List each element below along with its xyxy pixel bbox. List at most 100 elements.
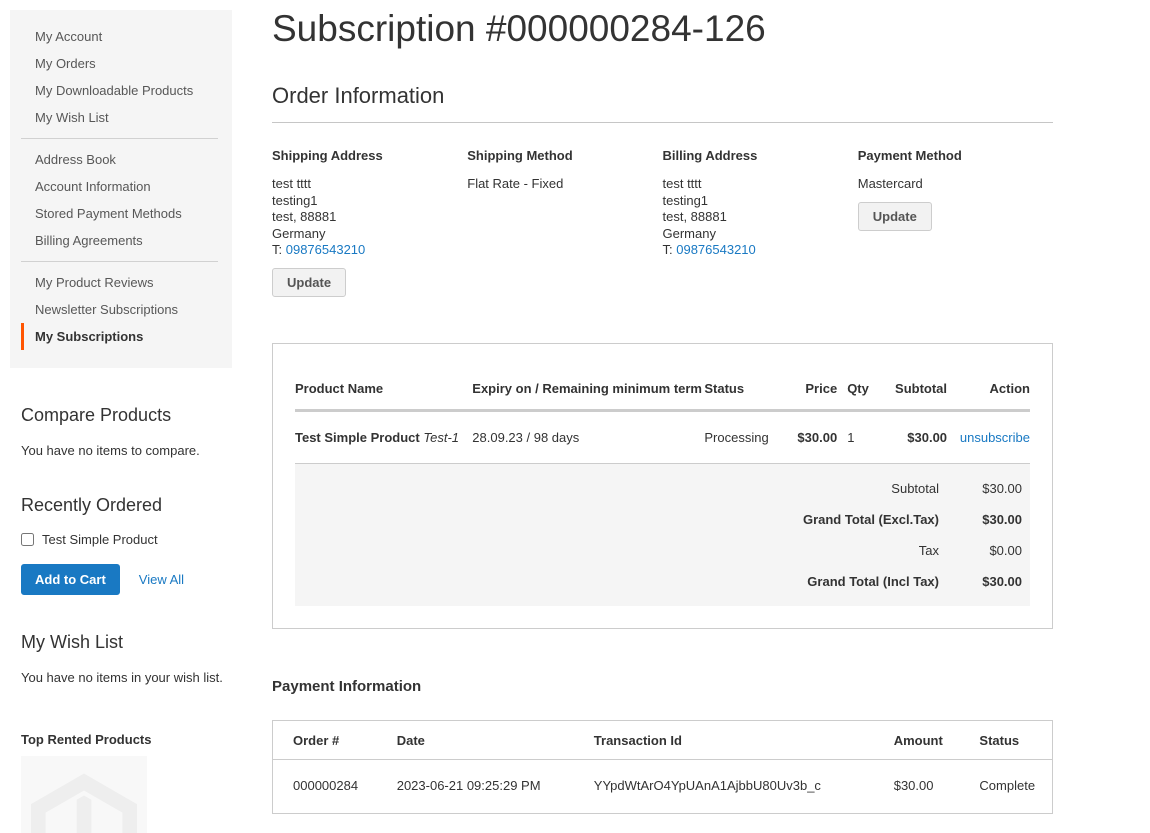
col-header-subtotal: Subtotal <box>877 366 947 411</box>
phone-link[interactable]: 09876543210 <box>676 242 756 257</box>
update-payment-method-button[interactable]: Update <box>858 202 932 231</box>
shipping-method-block: Shipping Method Flat Rate - Fixed <box>467 148 662 297</box>
recently-ordered-checkbox[interactable] <box>21 533 34 546</box>
shipping-method-title: Shipping Method <box>467 148 644 163</box>
total-value: $30.00 <box>939 574 1030 589</box>
sidebar-item-stored-payment-methods[interactable]: Stored Payment Methods <box>10 200 232 227</box>
sidebar-item-my-product-reviews[interactable]: My Product Reviews <box>10 269 232 296</box>
billing-address-block: Billing Address test tttt testing1 test,… <box>663 148 858 297</box>
total-value: $30.00 <box>939 481 1030 496</box>
payment-information-card: Order # Date Transaction Id Amount Statu… <box>272 720 1053 814</box>
sidebar-item-my-account[interactable]: My Account <box>10 23 232 50</box>
col-header-transaction-id: Transaction Id <box>584 721 884 760</box>
sidebar-link[interactable]: My Orders <box>21 50 232 77</box>
table-row: Test Simple Product Test-1 28.09.23 / 98… <box>295 410 1030 463</box>
unsubscribe-link[interactable]: unsubscribe <box>960 430 1030 445</box>
compare-products-section: Compare Products You have no items to co… <box>10 404 232 458</box>
status-cell: Complete <box>969 759 1052 813</box>
order-information-title: Order Information <box>272 83 1053 123</box>
add-to-cart-button[interactable]: Add to Cart <box>21 564 120 595</box>
shipping-address-block: Shipping Address test tttt testing1 test… <box>272 148 467 297</box>
sidebar-item-billing-agreements[interactable]: Billing Agreements <box>10 227 232 254</box>
table-row: 000000284 2023-06-21 09:25:29 PM YYpdWtA… <box>273 759 1052 813</box>
total-value: $30.00 <box>939 512 1030 527</box>
billing-address-title: Billing Address <box>663 148 840 163</box>
order-information-columns: Shipping Address test tttt testing1 test… <box>272 148 1053 297</box>
payment-method-value: Mastercard <box>858 176 1035 193</box>
expiry-cell: 28.09.23 / 98 days <box>472 410 704 463</box>
sidebar-link[interactable]: My Wish List <box>21 104 232 131</box>
shipping-address-title: Shipping Address <box>272 148 449 163</box>
total-label: Tax <box>919 543 939 558</box>
col-header-status: Status <box>969 721 1052 760</box>
sidebar-link-current[interactable]: My Subscriptions <box>21 323 232 350</box>
payment-method-title: Payment Method <box>858 148 1035 163</box>
wishlist-empty-text: You have no items in your wish list. <box>21 670 232 685</box>
update-shipping-address-button[interactable]: Update <box>272 268 346 297</box>
sidebar-link[interactable]: My Product Reviews <box>21 269 232 296</box>
recently-ordered-item[interactable]: Test Simple Product <box>21 532 232 547</box>
phone-label: T: <box>663 242 677 257</box>
total-value: $0.00 <box>939 543 1030 558</box>
sidebar-link[interactable]: My Downloadable Products <box>21 77 232 104</box>
address-line: test tttt <box>272 176 449 193</box>
wishlist-section: My Wish List You have no items in your w… <box>10 631 232 685</box>
total-row-grand-excl-tax: Grand Total (Excl.Tax) $30.00 <box>295 504 1030 535</box>
nav-divider <box>21 138 218 139</box>
address-line: test, 88881 <box>663 209 840 226</box>
sidebar-item-my-subscriptions[interactable]: My Subscriptions <box>10 323 232 350</box>
nav-divider <box>21 261 218 262</box>
sidebar-item-my-downloadable-products[interactable]: My Downloadable Products <box>10 77 232 104</box>
order-number-cell: 000000284 <box>273 759 387 813</box>
col-header-action: Action <box>947 366 1030 411</box>
date-cell: 2023-06-21 09:25:29 PM <box>387 759 584 813</box>
sidebar-link[interactable]: Address Book <box>21 146 232 173</box>
sidebar-link[interactable]: Billing Agreements <box>21 227 232 254</box>
sidebar-item-my-wish-list[interactable]: My Wish List <box>10 104 232 131</box>
view-all-link[interactable]: View All <box>139 572 184 587</box>
product-name-cell: Test Simple Product Test-1 <box>295 410 472 463</box>
magento-logo-icon <box>31 772 137 833</box>
address-line: testing1 <box>272 193 449 210</box>
address-line: Germany <box>272 226 449 243</box>
price-cell: $30.00 <box>779 410 837 463</box>
sidebar-link[interactable]: Stored Payment Methods <box>21 200 232 227</box>
total-row-tax: Tax $0.00 <box>295 535 1030 566</box>
sidebar-link[interactable]: Newsletter Subscriptions <box>21 296 232 323</box>
shipping-method-value: Flat Rate - Fixed <box>467 176 644 193</box>
sidebar-item-newsletter-subscriptions[interactable]: Newsletter Subscriptions <box>10 296 232 323</box>
top-rented-section: Top Rented Products <box>10 732 232 833</box>
main-content: Subscription #000000284-126 Order Inform… <box>272 0 1053 814</box>
qty-cell: 1 <box>837 410 877 463</box>
payment-method-block: Payment Method Mastercard Update <box>858 148 1053 297</box>
col-header-qty: Qty <box>837 366 877 411</box>
sidebar-link[interactable]: Account Information <box>21 173 232 200</box>
payment-information-table: Order # Date Transaction Id Amount Statu… <box>273 721 1052 813</box>
status-cell: Processing <box>704 410 779 463</box>
compare-products-empty-text: You have no items to compare. <box>21 443 232 458</box>
product-image-placeholder <box>21 756 147 833</box>
col-header-date: Date <box>387 721 584 760</box>
payment-information-title: Payment Information <box>272 678 1053 695</box>
subscription-items-table: Product Name Expiry on / Remaining minim… <box>295 366 1030 464</box>
phone-link[interactable]: 09876543210 <box>286 242 366 257</box>
compare-products-title: Compare Products <box>21 404 232 426</box>
total-label: Grand Total (Excl.Tax) <box>803 512 939 527</box>
table-header-row: Product Name Expiry on / Remaining minim… <box>295 366 1030 411</box>
sidebar-item-my-orders[interactable]: My Orders <box>10 50 232 77</box>
sidebar-link[interactable]: My Account <box>21 23 232 50</box>
col-header-expiry: Expiry on / Remaining minimum term <box>472 366 704 411</box>
col-header-amount: Amount <box>884 721 970 760</box>
recently-ordered-section: Recently Ordered Test Simple Product Add… <box>10 494 232 595</box>
sidebar: My Account My Orders My Downloadable Pro… <box>10 10 232 833</box>
col-header-price: Price <box>779 366 837 411</box>
address-line: test, 88881 <box>272 209 449 226</box>
col-header-status: Status <box>704 366 779 411</box>
phone-label: T: <box>272 242 286 257</box>
address-line: testing1 <box>663 193 840 210</box>
address-line: test tttt <box>663 176 840 193</box>
total-row-subtotal: Subtotal $30.00 <box>295 473 1030 504</box>
sidebar-item-address-book[interactable]: Address Book <box>10 146 232 173</box>
page-title: Subscription #000000284-126 <box>272 7 1053 51</box>
sidebar-item-account-information[interactable]: Account Information <box>10 173 232 200</box>
